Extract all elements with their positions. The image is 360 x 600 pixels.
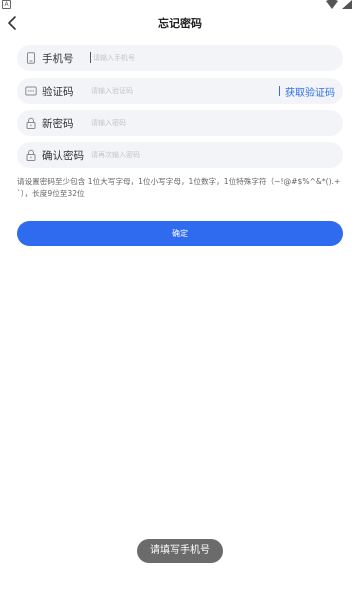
signal-icon <box>342 0 352 9</box>
confirm-password-input[interactable] <box>91 147 271 163</box>
phone-field[interactable]: 手机号 <box>17 45 343 71</box>
lock-icon <box>26 149 36 161</box>
divider <box>279 86 280 96</box>
get-code-button[interactable]: 获取验证码 <box>285 84 335 99</box>
new-password-label: 新密码 <box>42 118 74 130</box>
phone-input[interactable] <box>93 50 273 66</box>
page-title: 忘记密码 <box>158 17 202 30</box>
header: 忘记密码 <box>0 10 360 36</box>
confirm-password-field[interactable]: 确认密码 <box>17 142 343 168</box>
password-rule-hint: 请设置密码至少包含 1位大写字母，1位小写字母，1位数字，1位特殊字符（~!@#… <box>17 177 341 198</box>
phone-icon <box>27 52 35 64</box>
text-caret <box>90 52 91 63</box>
message-code-icon <box>25 86 37 96</box>
confirm-button[interactable]: 确定 <box>17 221 343 246</box>
toast-message: 请填写手机号 <box>137 539 223 563</box>
lock-icon <box>26 117 36 129</box>
phone-label: 手机号 <box>42 53 74 65</box>
verification-code-label: 验证码 <box>42 86 74 98</box>
app-notification-icon: A <box>2 0 11 9</box>
verification-code-field[interactable]: 验证码 获取验证码 <box>17 78 343 104</box>
wifi-icon <box>326 0 338 9</box>
status-bar: A <box>0 0 360 10</box>
confirm-password-label: 确认密码 <box>42 150 84 162</box>
verification-code-input[interactable] <box>91 83 271 99</box>
new-password-input[interactable] <box>91 115 271 131</box>
new-password-field[interactable]: 新密码 <box>17 110 343 136</box>
